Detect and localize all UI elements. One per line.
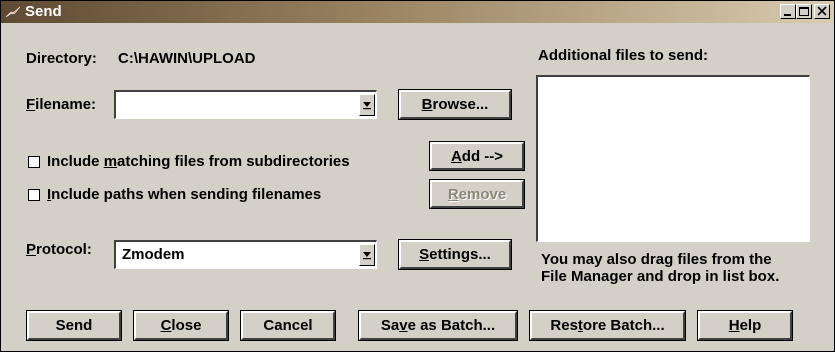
protocol-mnemonic: P <box>26 241 37 258</box>
include-matching-prefix: Include <box>47 153 104 170</box>
directory-value: C:\HAWIN\UPLOAD <box>118 50 256 67</box>
protocol-select[interactable]: Zmodem <box>114 240 377 269</box>
save-batch-mnemonic: v <box>399 317 408 334</box>
add-button[interactable]: Add --> <box>429 141 525 171</box>
browse-mnemonic: B <box>421 96 433 113</box>
protocol-label: Protocol: <box>26 241 92 259</box>
restore-batch-label: ore Batch... <box>582 317 665 334</box>
remove-label: emove <box>458 185 507 203</box>
include-matching-label[interactable]: Include matching files from subdirectori… <box>47 153 350 171</box>
protocol-value: Zmodem <box>122 246 185 263</box>
drag-hint-line1: You may also drag files from the <box>541 251 772 268</box>
save-batch-label: e as Batch... <box>407 317 496 334</box>
include-paths-label[interactable]: Include paths when sending filenames <box>47 186 321 204</box>
filename-dropdown-button[interactable] <box>359 94 375 116</box>
send-label: Send <box>55 317 93 334</box>
cancel-label: Cancel <box>263 317 313 334</box>
save-batch-prefix: Sa <box>380 317 400 334</box>
help-label: elp <box>739 317 762 334</box>
protocol-dropdown-button[interactable] <box>359 244 375 266</box>
close-window-button[interactable] <box>814 4 830 19</box>
add-mnemonic: A <box>450 147 462 165</box>
close-icon <box>817 6 827 16</box>
send-dialog: Send Directory: C:\HAWIN\UPLOAD Filename… <box>0 0 835 352</box>
directory-label: Directory: <box>26 50 97 67</box>
filename-label: Filename: <box>26 96 96 114</box>
maximize-icon <box>799 7 809 16</box>
remove-button[interactable]: Remove <box>429 179 525 209</box>
help-button[interactable]: Help <box>697 310 793 341</box>
include-matching-text: atching files from subdirectories <box>117 153 350 170</box>
filename-mnemonic: F <box>26 96 36 113</box>
close-button[interactable]: Close <box>133 310 229 341</box>
settings-button[interactable]: Settings... <box>398 239 512 270</box>
restore-batch-prefix: Res <box>550 317 578 334</box>
include-matching-mnemonic: m <box>103 153 118 170</box>
browse-button[interactable]: Browse... <box>398 89 512 120</box>
minimize-icon <box>784 14 791 16</box>
close-label: lose <box>171 317 202 334</box>
restore-batch-button[interactable]: Res t ore Batch... <box>529 310 686 341</box>
title-bar[interactable]: Send <box>1 1 834 23</box>
chevron-down-icon <box>363 252 371 260</box>
filename-label-text: ilename: <box>35 96 97 113</box>
filename-combobox[interactable] <box>114 90 377 119</box>
close-mnemonic: C <box>160 317 172 334</box>
remove-mnemonic: R <box>447 185 459 203</box>
browse-label: rowse... <box>432 96 489 113</box>
protocol-label-text: rotocol: <box>36 241 92 258</box>
additional-files-listbox[interactable] <box>536 75 810 242</box>
additional-files-label: Additional files to send: <box>538 47 709 64</box>
include-matching-checkbox[interactable] <box>28 156 40 168</box>
help-mnemonic: H <box>728 317 740 334</box>
send-button[interactable]: Send <box>26 310 122 341</box>
chevron-down-icon <box>363 102 371 110</box>
maximize-button[interactable] <box>796 4 812 19</box>
cancel-button[interactable]: Cancel <box>240 310 336 341</box>
include-paths-checkbox[interactable] <box>28 189 40 201</box>
save-as-batch-button[interactable]: Sa v e as Batch... <box>358 310 518 341</box>
settings-mnemonic: S <box>419 246 430 263</box>
window-title: Send <box>25 3 62 20</box>
settings-label: ettings... <box>429 246 491 263</box>
add-label: dd --> <box>461 147 504 165</box>
minimize-button[interactable] <box>780 4 796 19</box>
app-lightning-icon <box>5 6 21 18</box>
drag-hint-line2: File Manager and drop in list box. <box>541 268 780 285</box>
include-paths-text: nclude paths when sending filenames <box>51 186 322 203</box>
